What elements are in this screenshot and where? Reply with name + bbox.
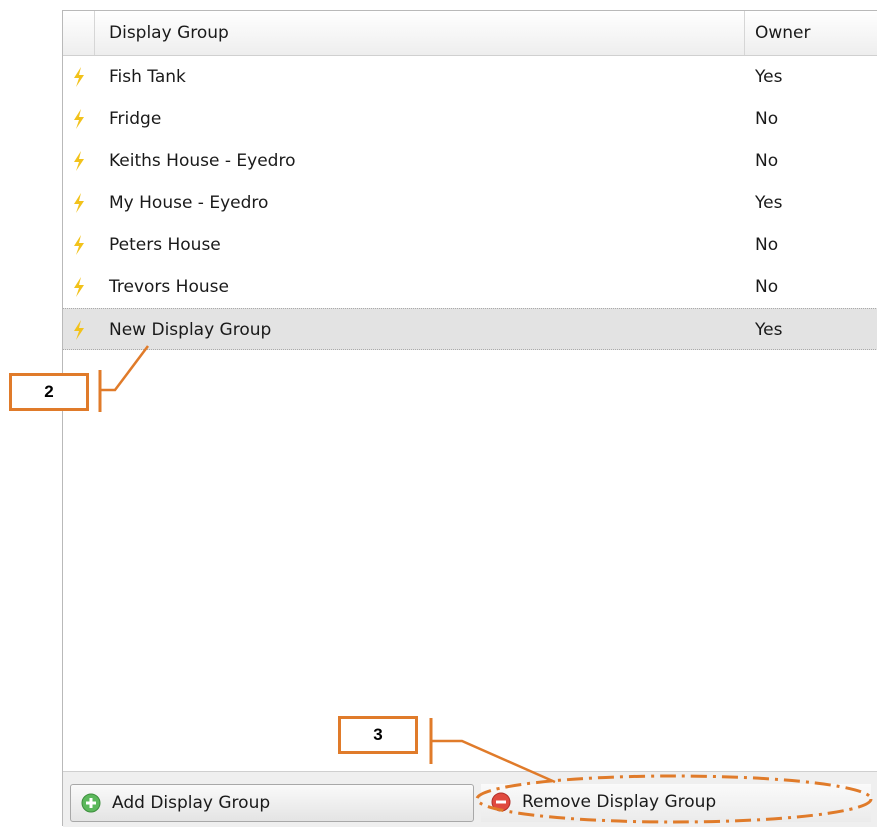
table-row[interactable]: Fridge No (63, 98, 877, 140)
display-group-name: Fridge (109, 109, 162, 129)
add-display-group-button[interactable]: Add Display Group (70, 784, 474, 822)
lightning-bolt-icon (74, 109, 84, 129)
owner-value: Yes (755, 320, 783, 340)
lightning-bolt-icon (74, 151, 84, 171)
grid-header: Display Group Owner (63, 11, 877, 56)
header-icon-column (63, 11, 95, 55)
bottom-toolbar: Add Display Group Remove Display Group (63, 771, 877, 827)
owner-value: No (755, 109, 779, 129)
table-row[interactable]: My House - Eyedro Yes (63, 182, 877, 224)
display-group-name: My House - Eyedro (109, 193, 269, 213)
display-group-name: Peters House (109, 235, 221, 255)
lightning-bolt-icon (74, 277, 84, 297)
display-group-name: Keiths House - Eyedro (109, 151, 296, 171)
add-circle-icon (81, 793, 101, 813)
remove-display-group-label: Remove Display Group (522, 792, 717, 812)
display-group-panel: Display Group Owner Fish Tank Yes Fridge… (62, 10, 877, 827)
table-row-selected[interactable]: New Display Group Yes (63, 308, 877, 350)
owner-value: No (755, 277, 779, 297)
owner-value: No (755, 151, 779, 171)
table-row[interactable]: Keiths House - Eyedro No (63, 140, 877, 182)
lightning-bolt-icon (74, 193, 84, 213)
display-group-list: Fish Tank Yes Fridge No Keiths House - E… (63, 56, 877, 350)
column-header-display-group[interactable]: Display Group (95, 11, 745, 55)
owner-value: No (755, 235, 779, 255)
table-row[interactable]: Fish Tank Yes (63, 56, 877, 98)
table-row[interactable]: Trevors House No (63, 266, 877, 308)
remove-circle-icon (491, 792, 511, 812)
lightning-bolt-icon (74, 235, 84, 255)
remove-display-group-button[interactable]: Remove Display Group (481, 784, 871, 822)
lightning-bolt-icon (74, 320, 84, 340)
callout-2-label: 2 (9, 373, 89, 411)
column-header-owner[interactable]: Owner (746, 11, 811, 55)
callout-3-label: 3 (338, 716, 418, 754)
display-group-name: Trevors House (109, 277, 229, 297)
display-group-name: Fish Tank (109, 67, 186, 87)
table-row[interactable]: Peters House No (63, 224, 877, 266)
add-display-group-label: Add Display Group (112, 793, 271, 813)
display-group-name: New Display Group (109, 320, 272, 340)
owner-value: Yes (755, 193, 783, 213)
owner-value: Yes (755, 67, 783, 87)
lightning-bolt-icon (74, 67, 84, 87)
